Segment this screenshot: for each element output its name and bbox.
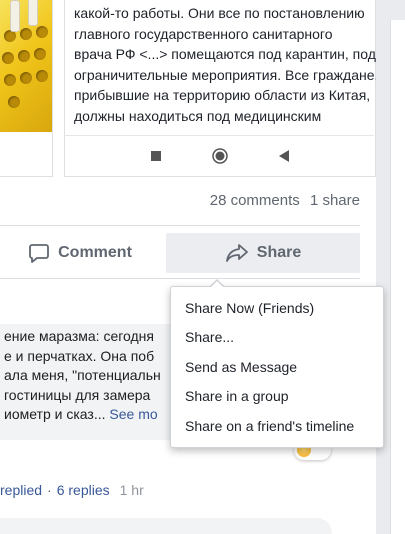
excerpt-line: должны находиться под медицинским bbox=[74, 107, 322, 124]
reply-row: replied · 6 replies 1 hr bbox=[0, 482, 144, 498]
excerpt-line: прибывшие на территорию области из Китая… bbox=[74, 87, 371, 103]
comment-icon bbox=[29, 244, 50, 263]
comment-line: иометр и сказ... bbox=[4, 406, 106, 422]
replied-link[interactable]: replied bbox=[0, 482, 42, 498]
see-more-link[interactable]: See mo bbox=[109, 406, 157, 422]
menu-item-share[interactable]: Share... bbox=[171, 323, 383, 352]
comment-label: Comment bbox=[58, 244, 132, 261]
record-icon[interactable] bbox=[208, 141, 232, 171]
share-menu: Share Now (Friends) Share... Send as Mes… bbox=[170, 286, 384, 448]
menu-item-share-on-friends-timeline[interactable]: Share on a friend's timeline bbox=[171, 412, 383, 441]
android-nav-bar bbox=[64, 141, 374, 171]
excerpt-line: врача РФ <...> помещаются под карантин, … bbox=[74, 46, 376, 62]
comment-button[interactable]: Comment bbox=[0, 233, 160, 273]
next-comment-bubble bbox=[0, 518, 332, 534]
share-button[interactable]: Share bbox=[166, 233, 360, 273]
excerpt-line: главного государственного санитарного bbox=[74, 25, 333, 42]
comments-count[interactable]: 28 comments bbox=[210, 192, 300, 209]
menu-item-share-in-group[interactable]: Share in a group bbox=[171, 382, 383, 411]
menu-caret-inner bbox=[210, 281, 224, 288]
menu-item-send-as-message[interactable]: Send as Message bbox=[171, 353, 383, 382]
post-card: какой-то работы. Они все по постановлени… bbox=[0, 0, 376, 534]
shares-count[interactable]: 1 share bbox=[310, 192, 360, 209]
excerpt-line: ограничительные мероприятия. Все граждан… bbox=[74, 66, 376, 83]
share-icon bbox=[225, 244, 248, 262]
stop-icon[interactable] bbox=[144, 141, 168, 171]
divider bbox=[0, 278, 360, 279]
right-sidebar-card bbox=[390, 20, 405, 534]
preview-excerpt[interactable]: какой-то работы. Они все по постановлени… bbox=[74, 3, 376, 126]
post-stats: 28 comments 1 share bbox=[204, 192, 360, 209]
share-label: Share bbox=[256, 244, 302, 261]
preview-image-frame[interactable] bbox=[0, 0, 53, 177]
test-tubes-image[interactable] bbox=[0, 0, 52, 132]
replies-link[interactable]: 6 replies bbox=[57, 482, 110, 498]
comment-timestamp[interactable]: 1 hr bbox=[120, 482, 144, 498]
separator-dot: · bbox=[47, 482, 52, 498]
back-icon[interactable] bbox=[272, 141, 296, 171]
menu-item-share-now[interactable]: Share Now (Friends) bbox=[171, 294, 383, 323]
excerpt-line: какой-то работы. Они все по постановлени… bbox=[74, 5, 365, 21]
divider bbox=[0, 225, 360, 226]
divider bbox=[64, 135, 374, 136]
